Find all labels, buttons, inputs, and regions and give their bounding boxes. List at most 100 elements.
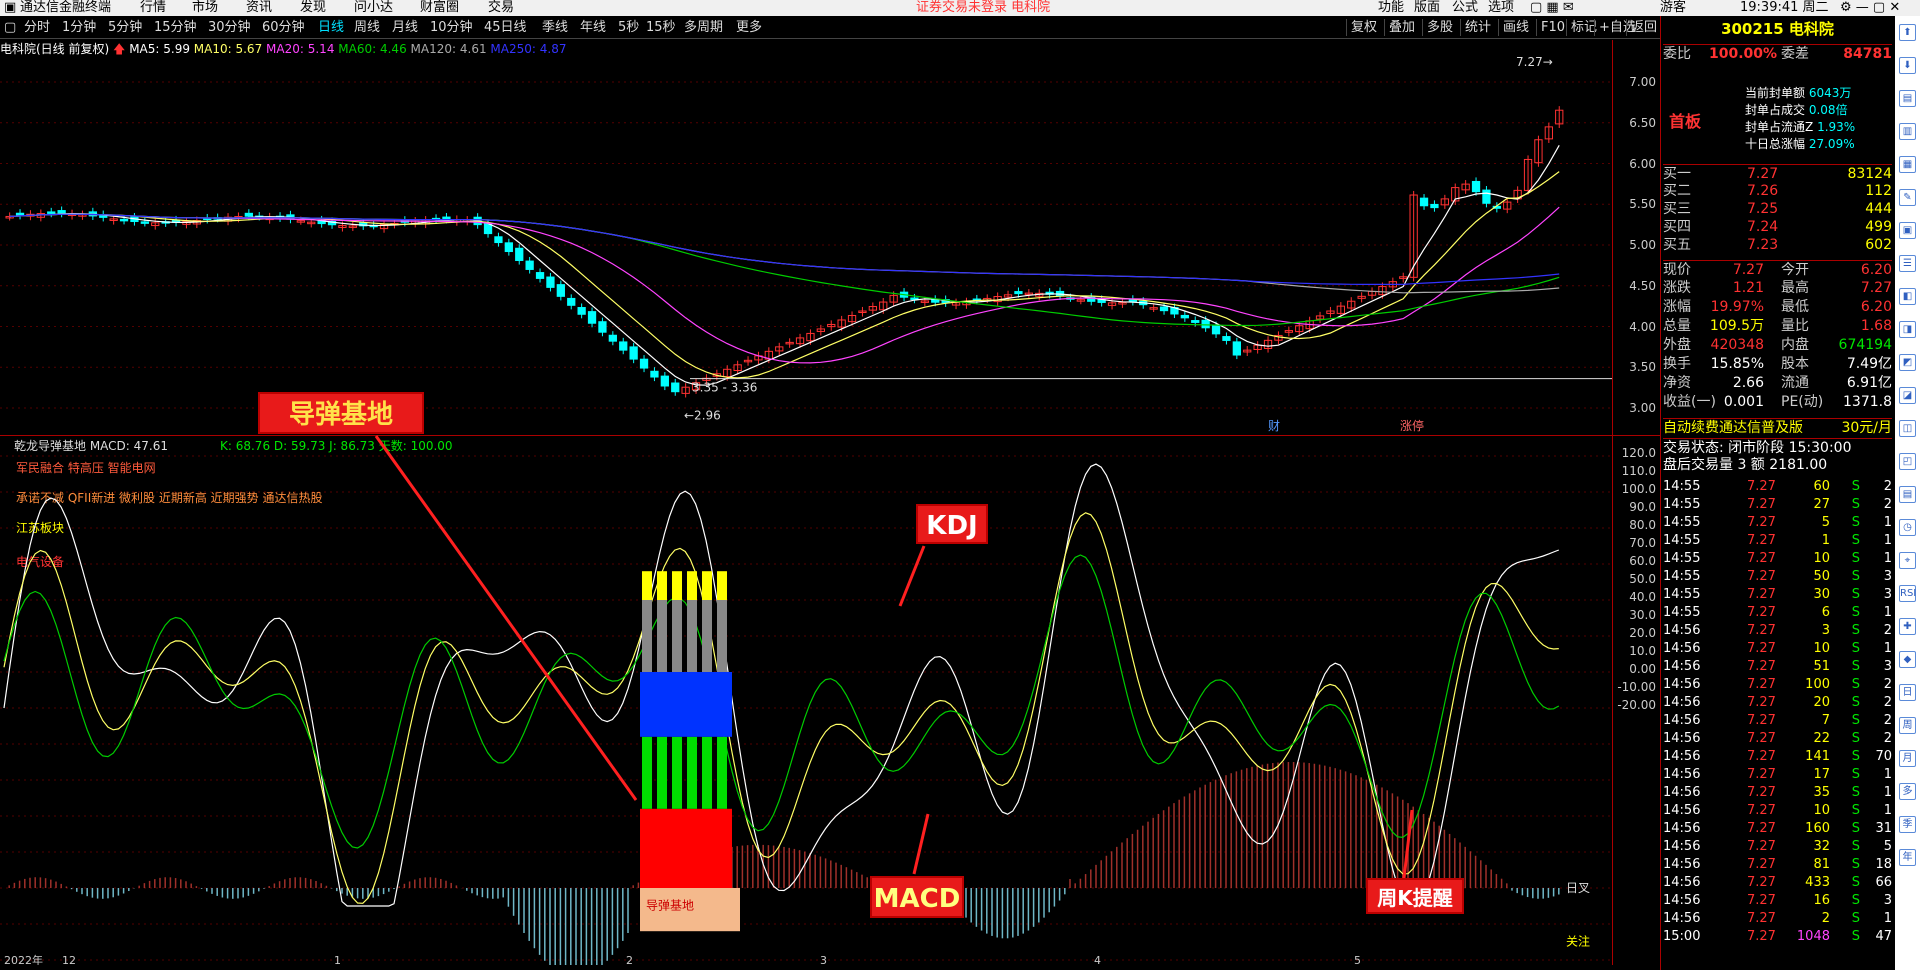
bid-row[interactable]: 买三 7.25 444	[1663, 200, 1892, 218]
candle	[515, 247, 524, 261]
menu-function[interactable]: 功能	[1378, 0, 1404, 16]
side-tool-icon[interactable]: 多	[1899, 783, 1916, 800]
tick-row: 14:55 7.27 30 S 3	[1663, 587, 1892, 602]
side-tool-icon[interactable]: ✚	[1899, 618, 1916, 635]
side-tool-icon[interactable]: ⌖	[1899, 552, 1916, 569]
bid-row[interactable]: 买一 7.27 83124	[1663, 164, 1892, 182]
candle	[1419, 197, 1429, 207]
side-tool-icon[interactable]: 季	[1899, 816, 1916, 833]
candle	[567, 297, 576, 306]
tool-back[interactable]: 返回	[1626, 19, 1657, 36]
menu-discover[interactable]: 发现	[300, 0, 326, 16]
period-30min[interactable]: 30分钟	[208, 19, 251, 36]
indicator-tick: 20.0	[1629, 626, 1656, 640]
candle	[1180, 314, 1189, 319]
side-tool-icon[interactable]: 年	[1899, 849, 1916, 866]
side-tool-icon[interactable]: ▥	[1899, 123, 1916, 140]
period-multi[interactable]: 多周期	[684, 19, 723, 36]
toolbar-toggle-icon[interactable]: ▢	[4, 19, 16, 36]
price-tick: 7.00	[1629, 75, 1656, 89]
menu-news[interactable]: 资讯	[246, 0, 272, 16]
period-quarterly[interactable]: 季线	[542, 19, 568, 36]
side-tool-icon[interactable]: ⬇	[1899, 57, 1916, 74]
daodan-blue-band	[640, 672, 732, 737]
seal-info-row: 封单占成交 0.08倍	[1745, 103, 1848, 117]
tool-draw[interactable]: 画线	[1498, 19, 1529, 36]
ma10-value: MA10: 5.67	[193, 42, 263, 56]
indicator-tick: -10.00	[1617, 680, 1656, 694]
login-notice[interactable]: 证券交易未登录 电科院	[916, 0, 1050, 16]
indicator-title: 乾龙导弹基地 MACD: 47.61	[14, 439, 168, 453]
bid-row[interactable]: 买二 7.26 112	[1663, 182, 1892, 200]
indicator-tick: 40.0	[1629, 590, 1656, 604]
period-10min[interactable]: 10分钟	[430, 19, 473, 36]
tool-overlay[interactable]: 叠加	[1384, 19, 1415, 36]
candlestick-chart[interactable]: 3.35 - 3.36 ←2.96 7.27→ 财 涨停	[0, 40, 1612, 435]
candle	[15, 212, 25, 216]
side-tool-icon[interactable]: ◆	[1899, 651, 1916, 668]
tool-f10[interactable]: F10	[1536, 19, 1565, 36]
side-tool-icon[interactable]: ▤	[1899, 90, 1916, 107]
candle	[504, 242, 513, 253]
tick-row: 14:56 7.27 3 S 2	[1663, 623, 1892, 638]
tool-fuquan[interactable]: 复权	[1346, 19, 1377, 36]
side-tool-icon[interactable]: ✎	[1899, 189, 1916, 206]
period-timeshare[interactable]: 分时	[24, 19, 50, 36]
window-controls[interactable]: ⚙ — ▢ ✕	[1840, 0, 1900, 16]
period-5min[interactable]: 5分钟	[108, 19, 142, 36]
menu-options[interactable]: 选项	[1488, 0, 1514, 16]
menu-market[interactable]: 市场	[192, 0, 218, 16]
tick-row: 14:55 7.27 60 S 2	[1663, 479, 1892, 494]
side-tool-icon[interactable]: 周	[1899, 717, 1916, 734]
menu-wealth[interactable]: 财富圈	[420, 0, 459, 16]
app-logo-icon: ▣	[4, 0, 17, 15]
period-45day[interactable]: 45日线	[484, 19, 527, 36]
side-tool-icon[interactable]: ◨	[1899, 321, 1916, 338]
indicator-tag: 电气设备	[16, 554, 64, 569]
side-tool-icon[interactable]: ◧	[1899, 288, 1916, 305]
tool-mark[interactable]: 标记	[1566, 19, 1597, 36]
menu-trade[interactable]: 交易	[488, 0, 514, 16]
side-tool-icon[interactable]: ◫	[1899, 420, 1916, 437]
menu-ask[interactable]: 问小达	[354, 0, 393, 16]
period-60min[interactable]: 60分钟	[262, 19, 305, 36]
period-15min[interactable]: 15分钟	[154, 19, 197, 36]
period-1min[interactable]: 1分钟	[62, 19, 96, 36]
tool-multistock[interactable]: 多股	[1422, 19, 1453, 36]
menu-quote[interactable]: 行情	[140, 0, 166, 16]
daodan-green-bar	[657, 736, 667, 809]
toolbar-icons[interactable]: ▢ ▦ ✉	[1530, 0, 1574, 16]
period-more[interactable]: 更多	[736, 19, 762, 36]
side-tool-icon[interactable]: ▤	[1899, 486, 1916, 503]
period-yearly[interactable]: 年线	[580, 19, 606, 36]
period-15sec[interactable]: 15秒	[646, 19, 676, 36]
side-tool-icon[interactable]: ◪	[1899, 387, 1916, 404]
side-tool-icon[interactable]: RSI	[1899, 585, 1916, 602]
side-tool-icon[interactable]: 日	[1899, 684, 1916, 701]
side-tool-icon[interactable]: ▣	[1899, 222, 1916, 239]
clock: 19:39:41 周二	[1740, 0, 1829, 15]
bid-row[interactable]: 买五 7.23 602	[1663, 236, 1892, 254]
bid-row[interactable]: 买四 7.24 499	[1663, 218, 1892, 236]
first-board-label: 首板	[1669, 112, 1702, 131]
period-monthly[interactable]: 月线	[392, 19, 418, 36]
promo-row[interactable]: 自动续费通达信普及版 30元/月	[1663, 418, 1892, 436]
side-tool-icon[interactable]: 月	[1899, 750, 1916, 767]
period-weekly[interactable]: 周线	[354, 19, 380, 36]
tool-stats[interactable]: 统计	[1460, 19, 1491, 36]
period-daily[interactable]: 日线	[318, 19, 344, 36]
period-5sec[interactable]: 5秒	[618, 19, 639, 36]
side-tool-icon[interactable]: ☰	[1899, 255, 1916, 272]
side-tool-icon[interactable]: ▦	[1899, 156, 1916, 173]
side-tool-icon[interactable]: ⬆	[1899, 24, 1916, 41]
side-tool-icon[interactable]: ◩	[1899, 354, 1916, 371]
menu-layout[interactable]: 版面	[1414, 0, 1440, 16]
side-tool-icon[interactable]: ◰	[1899, 453, 1916, 470]
menu-formula[interactable]: 公式	[1452, 0, 1478, 16]
candle	[1191, 320, 1200, 323]
user-label[interactable]: 游客	[1660, 0, 1686, 16]
price-axis: 7.00 6.50 6.00 5.50 5.00 4.50 4.00 3.50 3.00	[1612, 40, 1660, 435]
candle	[1159, 306, 1169, 312]
side-tool-icon[interactable]: ◷	[1899, 519, 1916, 536]
trade-state: 交易状态: 闭市阶段 15:30:00	[1663, 438, 1892, 456]
